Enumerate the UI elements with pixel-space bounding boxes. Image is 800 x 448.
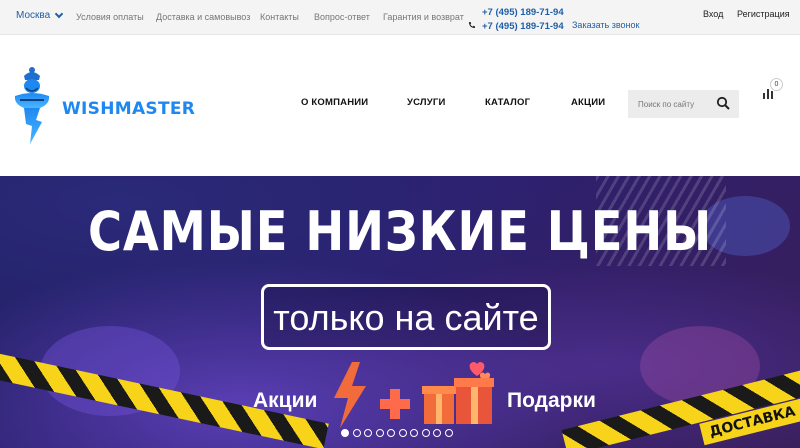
register-link[interactable]: Регистрация [737,9,790,19]
slider-dot[interactable] [341,429,349,437]
site-header: WISHMASTER О КОМПАНИИ УСЛУГИ КАТАЛОГ АКЦ… [0,36,800,176]
site-logo[interactable]: WISHMASTER [12,64,195,144]
nav-about[interactable]: О КОМПАНИИ [301,97,368,108]
link-delivery[interactable]: Доставка и самовывоз [156,12,250,22]
compare-count-badge: 0 [770,78,783,91]
slider-pagination [341,429,453,437]
compare-widget[interactable]: 0 [762,78,783,104]
banner-subtitle-box: только на сайте [261,284,551,350]
phone-icon [468,21,476,31]
slider-dot[interactable] [410,429,418,437]
slider-dot[interactable] [364,429,372,437]
nav-catalog[interactable]: КАТАЛОГ [485,97,530,108]
search-input[interactable] [628,90,718,118]
callback-link[interactable]: Заказать звонок [572,20,639,30]
login-link[interactable]: Вход [703,9,723,19]
slider-dot[interactable] [398,429,407,437]
slider-dot[interactable] [352,429,361,437]
phone-row-1[interactable]: +7 (495) 189-71-94 [468,5,564,19]
slider-dot[interactable] [421,429,430,437]
nav-promotions[interactable]: АКЦИИ [571,97,605,108]
city-selector[interactable]: Москва [16,9,64,21]
link-payment[interactable]: Условия оплаты [76,12,144,22]
slider-dot[interactable] [387,429,395,437]
slider-dot[interactable] [444,429,453,437]
phone-number[interactable]: +7 (495) 189-71-94 [482,21,564,32]
genie-mascot-icon [14,67,50,144]
phone-list: +7 (495) 189-71-94 +7 (495) 189-71-94 [468,5,564,33]
city-label[interactable]: Москва [16,10,50,21]
gift-icon [422,362,494,424]
link-faq[interactable]: Вопрос-ответ [314,12,370,22]
banner-subtitle: только на сайте [273,297,539,338]
promo-label-sales: Акции [253,389,318,412]
banner-headline: САМЫЕ НИЗКИЕ ЦЕНЫ [87,200,713,263]
search-icon[interactable] [716,96,730,115]
phone-row-2[interactable]: +7 (495) 189-71-94 [468,19,564,33]
top-bar: Москва Условия оплаты Доставка и самовыв… [0,0,800,35]
search-box [628,90,739,118]
chevron-down-icon[interactable] [54,9,64,18]
promo-banner[interactable]: САМЫЕ НИЗКИЕ ЦЕНЫ только на сайте ДОСТАВ… [0,176,800,448]
slider-dot[interactable] [433,429,441,437]
plus-icon [380,389,410,419]
logo-text[interactable]: WISHMASTER [62,99,195,119]
nav-services[interactable]: УСЛУГИ [407,97,446,108]
link-warranty[interactable]: Гарантия и возврат [383,12,464,22]
link-contacts[interactable]: Контакты [260,12,299,22]
phone-number[interactable]: +7 (495) 189-71-94 [482,7,564,18]
promo-label-gifts: Подарки [507,389,596,412]
lightning-icon [334,362,366,428]
slider-dot[interactable] [375,429,384,437]
